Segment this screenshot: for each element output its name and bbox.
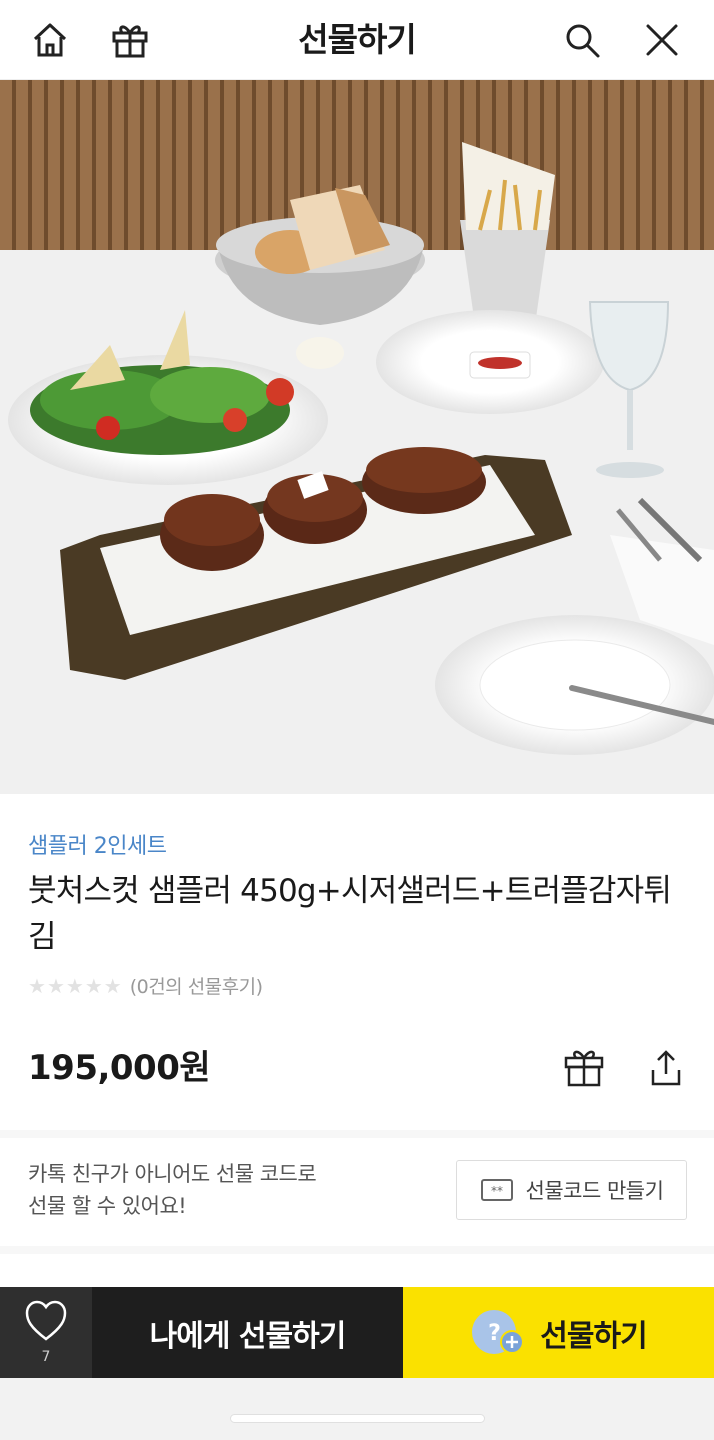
home-icon[interactable] xyxy=(28,18,72,62)
wishlist-button[interactable]: 7 xyxy=(0,1287,92,1378)
star-rating: ★ ★ ★ ★ ★ xyxy=(28,974,122,998)
product-price: 195,000원 xyxy=(28,1048,211,1088)
section-divider xyxy=(0,1130,714,1138)
gift-code-line-1: 카톡 친구가 아니어도 선물 코드로 xyxy=(28,1162,317,1186)
search-icon[interactable] xyxy=(560,18,604,62)
create-gift-code-label: 선물코드 만들기 xyxy=(525,1179,664,1203)
top-nav-bar: 선물하기 xyxy=(0,0,714,80)
heart-icon xyxy=(25,1300,67,1341)
review-count: (0건의 선물후기) xyxy=(129,976,263,998)
gift-wrap-icon[interactable] xyxy=(559,1042,609,1092)
system-home-area xyxy=(0,1378,714,1440)
product-category[interactable]: 샘플러 2인세트 xyxy=(28,828,167,860)
svg-text:**: ** xyxy=(491,1184,503,1198)
gift-code-line-2: 선물 할 수 있어요! xyxy=(28,1194,187,1218)
svg-text:?: ? xyxy=(488,1321,500,1346)
star-icon: ★ xyxy=(84,973,103,998)
product-image xyxy=(0,80,714,794)
star-icon: ★ xyxy=(28,973,46,998)
gift-button[interactable]: ? 선물하기 xyxy=(403,1287,714,1378)
friend-select-icon: ? xyxy=(472,1309,525,1354)
rating-summary[interactable]: ★ ★ ★ ★ ★ (0건의 선물후기) xyxy=(28,972,263,999)
star-icon: ★ xyxy=(65,973,84,998)
gift-to-me-label: 나에게 선물하기 xyxy=(149,1318,347,1354)
star-icon: ★ xyxy=(46,973,65,998)
share-icon[interactable] xyxy=(641,1042,691,1092)
star-icon: ★ xyxy=(103,973,122,998)
create-gift-code-button[interactable]: ** 선물코드 만들기 xyxy=(456,1160,687,1220)
home-indicator[interactable] xyxy=(230,1414,485,1423)
ticket-code-icon: ** xyxy=(480,1179,513,1201)
gift-code-description: 카톡 친구가 아니어도 선물 코드로 선물 할 수 있어요! xyxy=(28,1158,317,1222)
close-icon[interactable] xyxy=(640,18,684,62)
gift-icon[interactable] xyxy=(108,18,152,62)
wishlist-count: 7 xyxy=(41,1349,51,1365)
gift-label: 선물하기 xyxy=(540,1318,647,1354)
bottom-action-bar: 7 나에게 선물하기 ? 선물하기 xyxy=(0,1287,714,1378)
product-name: 붓처스컷 샘플러 450g+시저샐러드+트러플감자튀김 xyxy=(28,873,672,955)
section-divider xyxy=(0,1246,714,1254)
gift-to-me-button[interactable]: 나에게 선물하기 xyxy=(92,1287,403,1378)
